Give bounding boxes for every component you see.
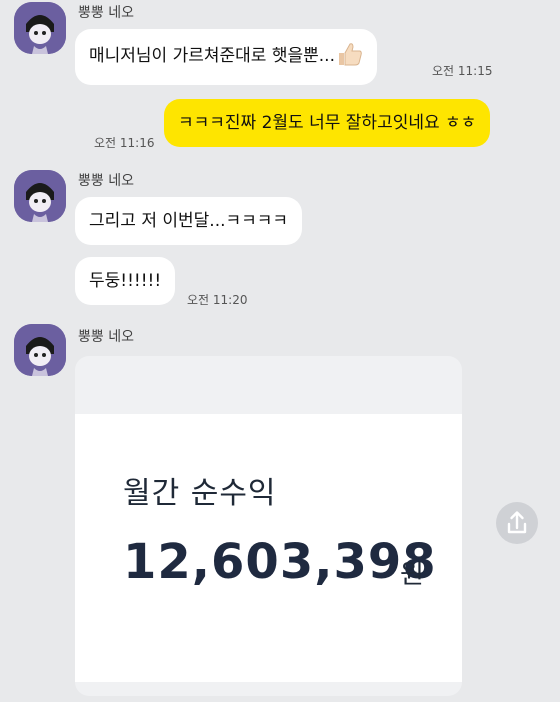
message-bubble[interactable]: 매니저님이 가르쳐준대로 햇을뿐... xyxy=(75,29,377,85)
share-icon xyxy=(507,511,527,534)
sender-avatar[interactable] xyxy=(14,2,66,54)
message-time: 오전 11:16 xyxy=(94,136,155,150)
message-text: ㅋㅋㅋ진짜 2월도 너무 잘하고잇네요 ㅎㅎ xyxy=(178,113,477,133)
image-message-card[interactable]: 월간 순수익 12,603,398 원 xyxy=(75,356,462,696)
sender-name: 뿡뿡 네오 xyxy=(78,329,134,345)
message-text: 두둥!!!!!! xyxy=(89,271,162,291)
currency-unit: 원 xyxy=(400,560,424,590)
thumbs-up-icon xyxy=(337,42,363,72)
sender-avatar[interactable] xyxy=(14,324,66,376)
message-text: 매니저님이 가르쳐준대로 햇을뿐... xyxy=(89,46,335,66)
character-avatar-icon xyxy=(14,324,66,376)
sender-name: 뿡뿡 네오 xyxy=(78,173,134,189)
message-time: 오전 11:20 xyxy=(187,293,248,307)
share-button[interactable] xyxy=(496,502,538,544)
character-avatar-icon xyxy=(14,170,66,222)
my-message-bubble[interactable]: ㅋㅋㅋ진짜 2월도 너무 잘하고잇네요 ㅎㅎ xyxy=(164,99,491,147)
earnings-panel: 월간 순수익 12,603,398 원 xyxy=(75,414,462,682)
message-bubble[interactable]: 그리고 저 이번달...ㅋㅋㅋㅋ xyxy=(75,197,303,245)
message-time: 오전 11:15 xyxy=(432,64,493,78)
earnings-label: 월간 순수익 xyxy=(123,476,277,511)
message-bubble[interactable]: 두둥!!!!!! xyxy=(75,257,176,305)
sender-avatar[interactable] xyxy=(14,170,66,222)
earnings-amount: 12,603,398 xyxy=(123,534,437,590)
message-text: 그리고 저 이번달...ㅋㅋㅋㅋ xyxy=(89,211,289,231)
character-avatar-icon xyxy=(14,2,66,54)
sender-name: 뿡뿡 네오 xyxy=(78,5,134,21)
